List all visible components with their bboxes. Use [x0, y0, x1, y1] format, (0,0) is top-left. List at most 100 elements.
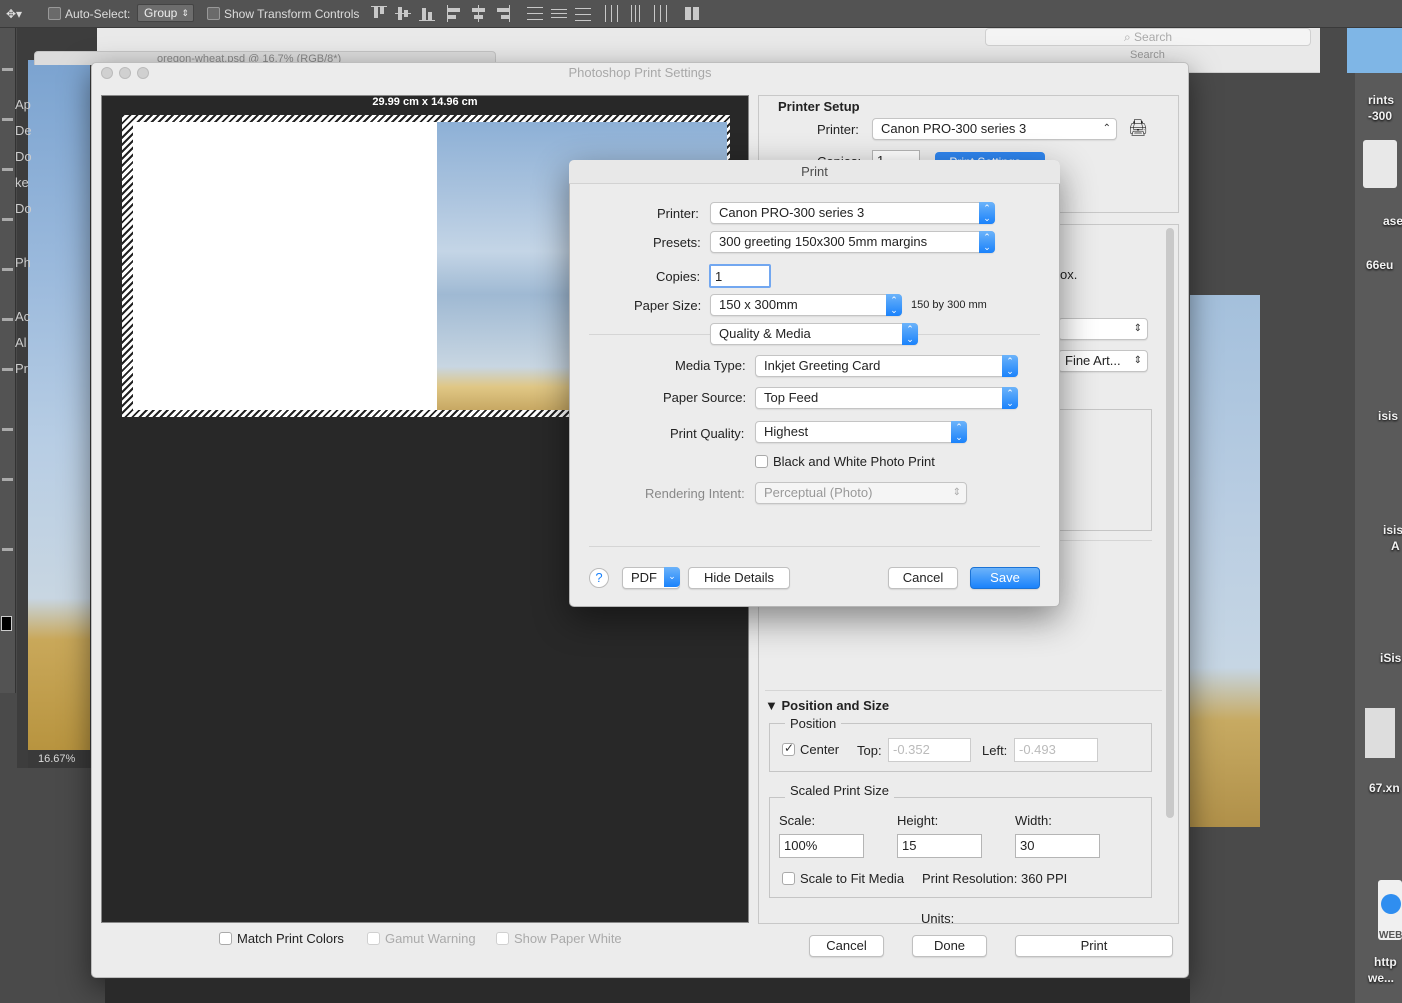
auto-select-dropdown[interactable]: Group ⇕ — [137, 4, 194, 22]
gradient-tool-icon[interactable] — [2, 368, 13, 371]
distribute-right-icon[interactable] — [651, 5, 667, 22]
top-field[interactable]: -0.352 — [888, 738, 971, 762]
ps-print-button[interactable]: Print — [1015, 935, 1173, 957]
align-top-icon[interactable] — [371, 5, 387, 22]
align-hcenter-icon[interactable] — [470, 5, 486, 22]
show-transform-label: Show Transform Controls — [224, 7, 360, 21]
distribute-vcenter-icon[interactable] — [551, 5, 567, 22]
marquee-tool-icon[interactable] — [2, 68, 13, 71]
desktop-label: 66eu — [1366, 258, 1394, 272]
scale-field[interactable]: 100% — [779, 834, 864, 858]
printer-select[interactable]: Canon PRO-300 series 3 ⌃ ⌄ — [710, 202, 995, 224]
align-right-icon[interactable] — [494, 5, 510, 22]
scale-to-fit-checkbox[interactable]: Scale to Fit Media — [782, 871, 904, 886]
show-paper-white-checkbox[interactable]: Show Paper White — [496, 931, 622, 946]
lasso-tool-icon[interactable] — [2, 118, 13, 121]
left-field[interactable]: -0.493 — [1014, 738, 1098, 762]
presets-value: 300 greeting 150x300 5mm margins — [719, 234, 928, 249]
align-left-icon[interactable] — [446, 5, 462, 22]
auto-select-checkbox[interactable]: Auto-Select: — [48, 5, 130, 23]
help-button[interactable]: ? — [589, 568, 609, 588]
print-resolution: Print Resolution: 360 PPI — [922, 871, 1068, 886]
zoom-level[interactable]: 16.67% — [28, 750, 90, 768]
position-size-heading[interactable]: ▼ Position and Size — [765, 698, 889, 713]
pane-select[interactable]: Quality & Media ⌃ ⌄ — [710, 323, 918, 345]
dialog-title: Photoshop Print Settings — [568, 65, 712, 80]
chevron-updown-icon: ⇕ — [1133, 355, 1142, 366]
checkbox-box-icon — [367, 932, 380, 945]
settings-scrollbar[interactable] — [1166, 228, 1174, 818]
align-vcenter-icon[interactable] — [395, 5, 411, 22]
preview-paper-blank — [133, 122, 437, 410]
desktop-label: isis — [1378, 409, 1399, 423]
panel-fragment: Do — [15, 149, 32, 164]
distribute-hcenter-icon[interactable] — [627, 5, 643, 22]
printer-setup-heading: Printer Setup — [778, 99, 860, 114]
auto-align-icon[interactable] — [684, 5, 700, 22]
foreground-color-swatch[interactable] — [1, 616, 12, 631]
panel-fragment: Do — [15, 201, 32, 216]
printer-profile-select[interactable]: Fine Art... ⇕ — [1058, 350, 1148, 372]
save-button[interactable]: Save — [970, 567, 1040, 589]
width-label: Width: — [1015, 813, 1052, 828]
pen-tool-icon[interactable] — [2, 428, 13, 431]
eraser-tool-icon[interactable] — [2, 318, 13, 321]
ps-done-button[interactable]: Done — [912, 935, 987, 957]
print-quality-select[interactable]: Highest ⌃ ⌄ — [755, 421, 967, 443]
printer-icon[interactable] — [1363, 140, 1397, 188]
checkbox-box-icon — [755, 455, 768, 468]
height-field[interactable]: 15 — [897, 834, 982, 858]
distribute-top-icon[interactable] — [527, 5, 543, 22]
distribute-left-icon[interactable] — [603, 5, 619, 22]
tools-panel — [0, 28, 16, 693]
ps-printer-select[interactable]: Canon PRO-300 series 3 ⌃ — [872, 118, 1117, 140]
align-bottom-icon[interactable] — [419, 5, 435, 22]
finder-search-input[interactable]: ⌕ Search — [985, 28, 1311, 46]
print-cancel-button[interactable]: Cancel — [888, 567, 958, 589]
panel-fragment: Ac — [15, 309, 31, 324]
rendering-intent-select[interactable]: Perceptual (Photo) ⇕ — [755, 482, 967, 504]
pane-value: Quality & Media — [719, 326, 811, 341]
printer-info-icon[interactable]: 🖨 — [1128, 118, 1148, 138]
center-label: Center — [800, 742, 840, 757]
file-thumbnail-icon[interactable] — [1365, 708, 1395, 758]
scale-to-fit-label: Scale to Fit Media — [800, 871, 905, 886]
print-quality-value: Highest — [764, 424, 809, 439]
move-tool-icon[interactable]: ✥▾ — [6, 5, 22, 23]
center-checkbox[interactable]: Center — [782, 741, 840, 757]
top-label: Top: — [857, 743, 882, 758]
type-tool-icon[interactable] — [2, 478, 13, 481]
paper-size-select[interactable]: 150 x 300mm ⌃ ⌄ — [710, 294, 902, 316]
paper-source-select[interactable]: Top Feed ⌃ ⌄ — [755, 387, 1018, 409]
hand-tool-icon[interactable] — [2, 548, 13, 551]
show-transform-controls-checkbox[interactable]: Show Transform Controls — [207, 5, 359, 23]
search-icon: ⌕ — [1123, 30, 1135, 44]
gamut-warning-checkbox[interactable]: Gamut Warning — [367, 931, 476, 946]
print-dialog — [569, 160, 1060, 607]
scale-label: Scale: — [779, 813, 816, 828]
separator — [589, 546, 1040, 547]
distribute-bottom-icon[interactable] — [575, 5, 591, 22]
desktop-label: isis — [1383, 523, 1402, 537]
bw-photo-label: Black and White Photo Print — [773, 454, 935, 469]
hide-details-button[interactable]: Hide Details — [688, 567, 790, 589]
separator — [1058, 540, 1152, 541]
pdf-menu-button[interactable]: PDF ⌄ — [622, 567, 680, 589]
units-label: Units: — [921, 911, 955, 924]
bw-photo-checkbox[interactable]: Black and White Photo Print — [755, 454, 935, 469]
presets-select[interactable]: 300 greeting 150x300 5mm margins ⌃ ⌄ — [710, 231, 995, 253]
match-print-colors-checkbox[interactable]: Match Print Colors — [219, 931, 344, 946]
media-type-select[interactable]: Inkjet Greeting Card ⌃ ⌄ — [755, 355, 1018, 377]
chevron-updown-icon: ⌃ ⌄ — [1002, 387, 1018, 409]
chevron-updown-icon: ⌃ — [1102, 123, 1111, 134]
ps-cancel-button[interactable]: Cancel — [809, 935, 884, 957]
copies-field[interactable]: 1 — [709, 264, 771, 288]
auto-select-label: Auto-Select: — [65, 7, 131, 21]
pdf-label: PDF — [631, 570, 657, 585]
color-handling-select[interactable]: ⇕ — [1058, 318, 1148, 340]
width-field[interactable]: 30 — [1015, 834, 1100, 858]
crop-tool-icon[interactable] — [2, 168, 13, 171]
stamp-tool-icon[interactable] — [2, 268, 13, 271]
brush-tool-icon[interactable] — [2, 218, 13, 221]
folder-icon[interactable] — [1347, 28, 1402, 73]
